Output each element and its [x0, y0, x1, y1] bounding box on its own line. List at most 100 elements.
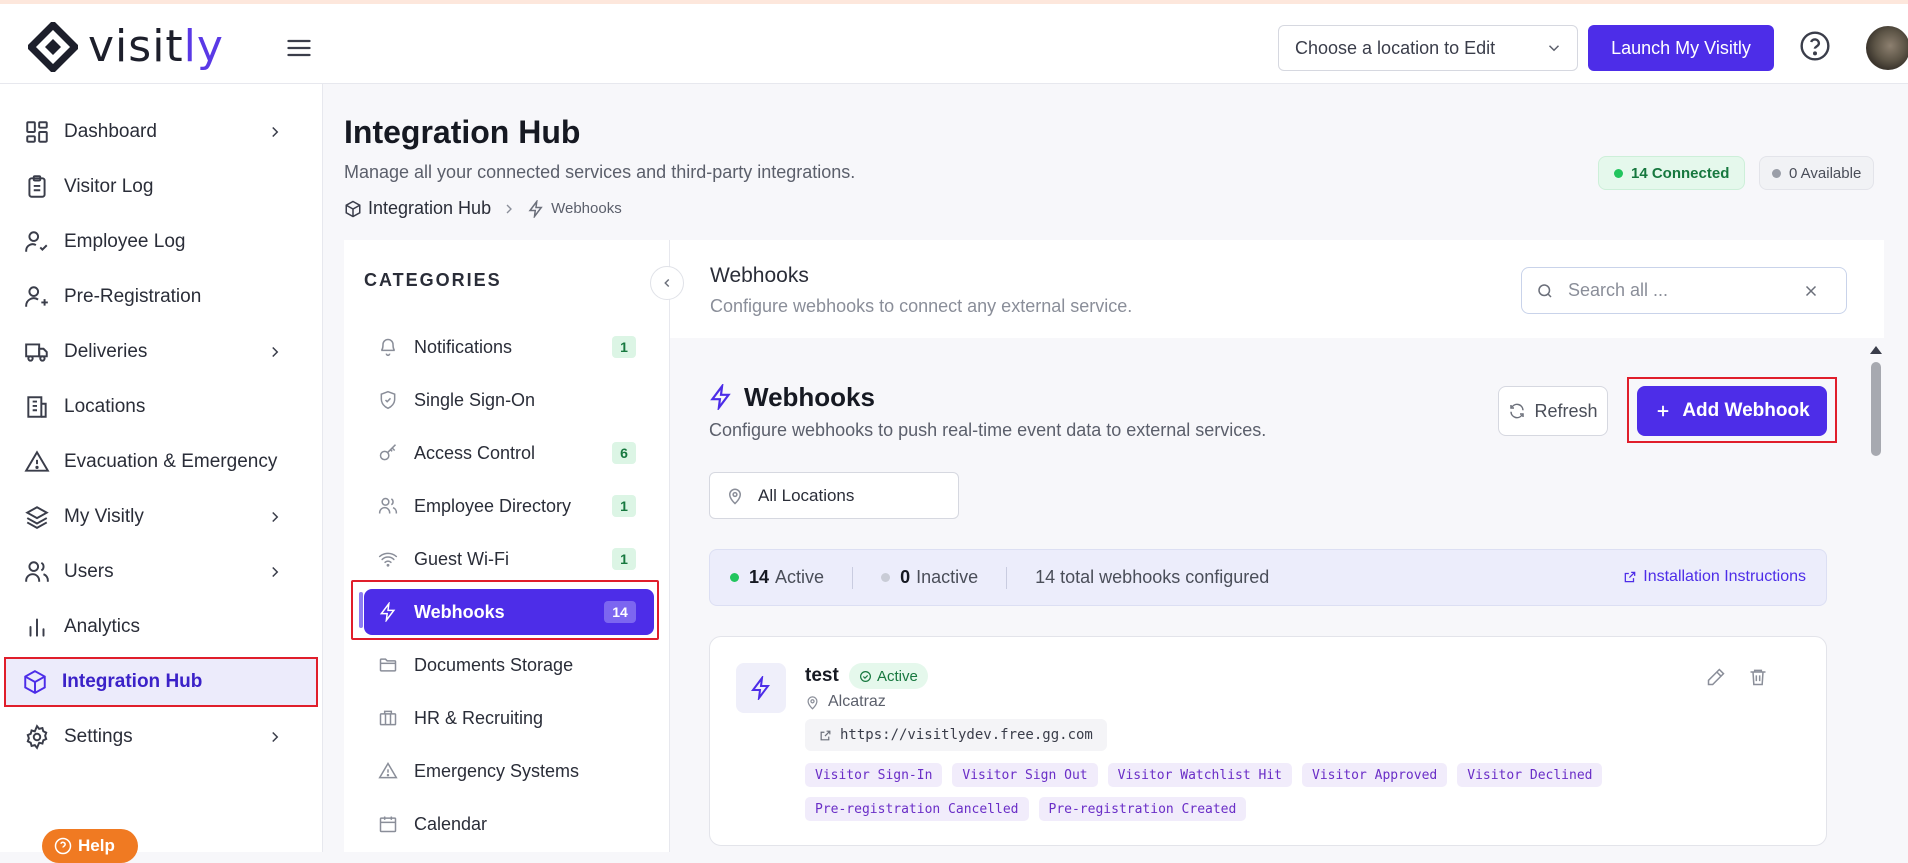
category-documents-storage[interactable]: Documents Storage [364, 642, 654, 688]
event-tag: Pre-registration Cancelled [805, 797, 1029, 821]
category-count-badge: 1 [612, 495, 636, 517]
close-icon[interactable] [1802, 282, 1820, 300]
scroll-up-arrow[interactable] [1870, 346, 1882, 354]
truck-icon [24, 339, 50, 365]
category-emergency-systems[interactable]: Emergency Systems [364, 748, 654, 794]
search-icon [1536, 282, 1554, 300]
external-link-icon [819, 729, 832, 742]
sidebar: Dashboard Visitor Log Employee Log Pre-R… [0, 84, 323, 852]
chevron-right-icon [266, 343, 284, 361]
category-calendar[interactable]: Calendar [364, 801, 654, 847]
sidebar-item-label: Settings [64, 726, 133, 747]
chevron-down-icon [1545, 39, 1563, 57]
divider [852, 566, 854, 589]
refresh-icon [1508, 402, 1526, 420]
content-header-title: Webhooks [710, 264, 809, 287]
sidebar-item-deliveries[interactable]: Deliveries [8, 327, 316, 377]
page-subtitle: Manage all your connected services and t… [344, 162, 856, 182]
content-scrollbar[interactable] [1868, 340, 1884, 852]
total-webhooks-text: 14 total webhooks configured [1035, 567, 1270, 587]
category-label: Emergency Systems [414, 760, 580, 781]
edit-pencil-icon[interactable] [1706, 667, 1726, 687]
lightning-icon [527, 199, 545, 218]
search-input[interactable]: Search all ... [1521, 267, 1847, 314]
event-tag: Visitor Sign Out [952, 763, 1098, 787]
calendar-icon [378, 814, 398, 834]
webhook-stats-bar: 14 Active 0 Inactive 14 total webhooks c… [709, 549, 1827, 606]
folder-icon [378, 655, 398, 675]
breadcrumb-current: Webhooks [551, 200, 622, 217]
map-pin-icon [805, 695, 820, 710]
category-label: Guest Wi-Fi [414, 548, 510, 569]
sidebar-item-dashboard[interactable]: Dashboard [8, 107, 316, 157]
sidebar-item-settings[interactable]: Settings [8, 712, 316, 762]
category-hr-recruiting[interactable]: HR & Recruiting [364, 695, 654, 741]
help-circle-icon[interactable] [1799, 30, 1831, 62]
clipboard-icon [24, 174, 50, 200]
sidebar-item-locations[interactable]: Locations [8, 382, 316, 432]
event-tag: Visitor Approved [1302, 763, 1448, 787]
category-notifications[interactable]: Notifications 1 [364, 324, 654, 370]
search-placeholder: Search all ... [1568, 280, 1669, 300]
active-count: 14 [749, 567, 770, 587]
sidebar-item-analytics[interactable]: Analytics [8, 602, 316, 652]
breadcrumb: Integration Hub Webhooks [344, 198, 622, 219]
sidebar-item-pre-registration[interactable]: Pre-Registration [8, 272, 316, 322]
sidebar-item-employee-log[interactable]: Employee Log [8, 217, 316, 267]
webhooks-highlight-box [351, 580, 659, 640]
collapse-categories-button[interactable] [650, 266, 684, 300]
hamburger-menu-icon[interactable] [285, 34, 313, 62]
installation-instructions-link[interactable]: Installation Instructions [1623, 568, 1806, 586]
sidebar-item-label: Evacuation & Emergency [64, 451, 278, 472]
sidebar-item-users[interactable]: Users [8, 547, 316, 597]
visitly-logo[interactable]: visitly [28, 22, 224, 72]
event-tag: Visitor Declined [1457, 763, 1603, 787]
sidebar-item-label: Integration Hub [62, 671, 203, 692]
logo-text: visitly [88, 21, 224, 72]
location-select[interactable]: Choose a location to Edit [1278, 25, 1578, 71]
sidebar-item-label: Dashboard [64, 121, 157, 142]
chevron-right-icon [266, 563, 284, 581]
sidebar-item-visitor-log[interactable]: Visitor Log [8, 162, 316, 212]
chevron-right-icon [266, 508, 284, 526]
connected-badge: 14 Connected [1598, 156, 1746, 190]
dashboard-icon [24, 119, 50, 145]
sidebar-item-label: Users [64, 561, 114, 582]
breadcrumb-root[interactable]: Integration Hub [368, 198, 491, 219]
user-avatar[interactable] [1866, 26, 1908, 70]
building-icon [24, 394, 50, 420]
category-label: HR & Recruiting [414, 707, 544, 728]
scroll-thumb[interactable] [1871, 362, 1881, 456]
content-header: Webhooks Configure webhooks to connect a… [670, 240, 1884, 338]
category-single-sign-on[interactable]: Single Sign-On [364, 377, 654, 423]
category-label: Notifications [414, 336, 513, 357]
briefcase-icon [378, 708, 398, 728]
sidebar-item-label: Deliveries [64, 341, 148, 362]
webhooks-section-subtitle: Configure webhooks to push real-time eve… [709, 420, 1267, 440]
category-label: Employee Directory [414, 495, 572, 516]
users-icon [378, 496, 398, 516]
help-button[interactable]: Help [42, 829, 138, 863]
user-plus-icon [24, 284, 50, 310]
add-webhook-button[interactable]: Add Webhook [1637, 386, 1827, 436]
refresh-button[interactable]: Refresh [1498, 386, 1608, 436]
category-label: Access Control [414, 442, 536, 463]
location-filter-select[interactable]: All Locations [709, 472, 959, 519]
sidebar-item-my-visitly[interactable]: My Visitly [8, 492, 316, 542]
plus-icon [1654, 402, 1672, 420]
check-circle-icon [859, 670, 872, 683]
add-webhook-label: Add Webhook [1682, 400, 1810, 421]
launch-my-visitly-button[interactable]: Launch My Visitly [1588, 25, 1774, 71]
sidebar-item-evacuation[interactable]: Evacuation & Emergency [8, 437, 316, 487]
category-guest-wifi[interactable]: Guest Wi-Fi 1 [364, 536, 654, 582]
status-dot [1772, 168, 1781, 178]
inactive-count: 0 [900, 567, 911, 587]
cube-icon [344, 200, 362, 218]
category-access-control[interactable]: Access Control 6 [364, 430, 654, 476]
users-icon [24, 559, 50, 585]
trash-icon[interactable] [1748, 667, 1768, 687]
sidebar-item-integration-hub[interactable]: Integration Hub [4, 657, 318, 707]
category-employee-directory[interactable]: Employee Directory 1 [364, 483, 654, 529]
category-count-badge: 1 [612, 548, 636, 570]
bell-icon [378, 337, 398, 357]
